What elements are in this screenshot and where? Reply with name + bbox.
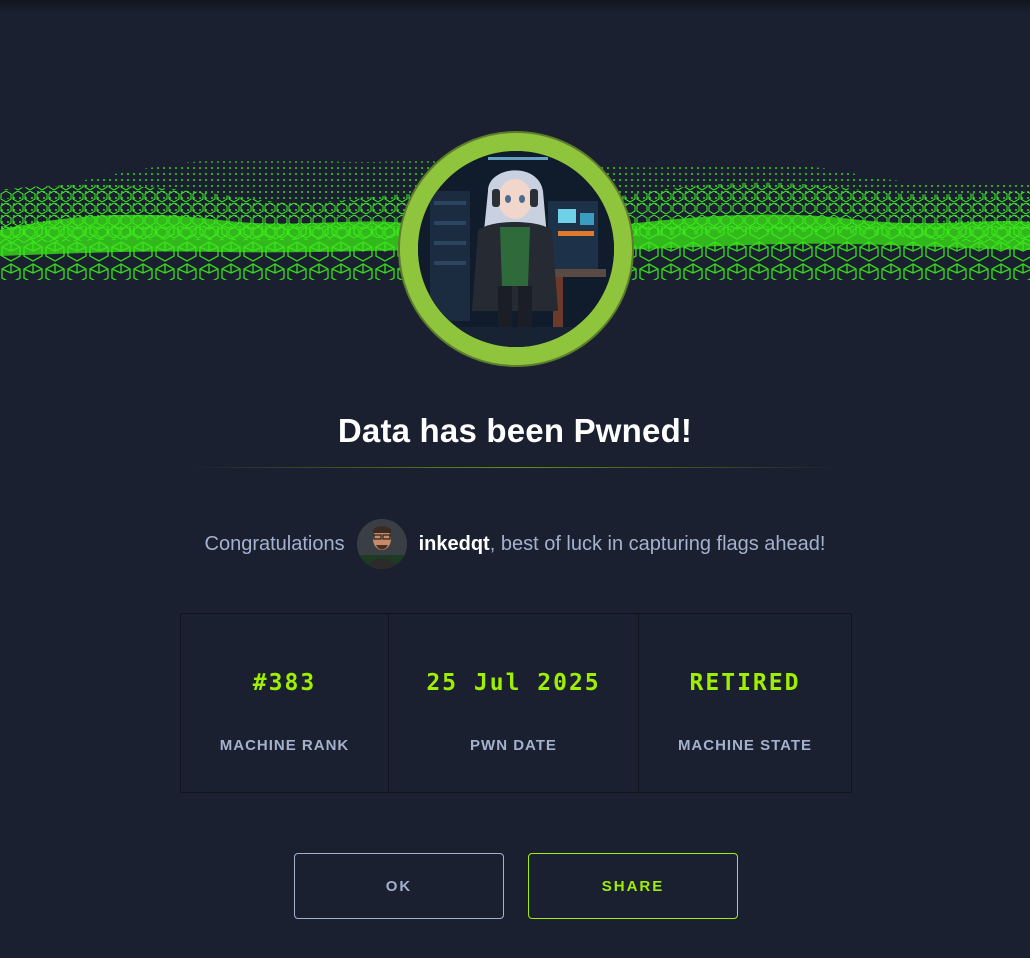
stats-grid: #383 MACHINE RANK 25 Jul 2025 PWN DATE R… bbox=[180, 613, 852, 793]
congrats-suffix: , best of luck in capturing flags ahead! bbox=[489, 532, 826, 555]
stat-value: RETIRED bbox=[689, 670, 801, 696]
machine-avatar-ring bbox=[398, 131, 634, 367]
congrats-prefix: Congratulations bbox=[204, 532, 345, 555]
share-button[interactable]: SHARE bbox=[528, 853, 738, 919]
stat-machine-state: RETIRED MACHINE STATE bbox=[639, 614, 851, 792]
top-shade bbox=[0, 0, 1030, 14]
stat-value: #383 bbox=[252, 670, 317, 696]
stat-label: PWN DATE bbox=[470, 737, 557, 754]
dialog-title: Data has been Pwned! bbox=[337, 412, 693, 449]
stat-label: MACHINE STATE bbox=[677, 737, 813, 754]
congrats-message: Congratulations inkedqt , best of luck i… bbox=[0, 516, 1030, 572]
pwned-dialog: Data has been Pwned! Congratulations ink… bbox=[0, 0, 1030, 958]
machine-avatar-icon bbox=[418, 151, 614, 347]
username[interactable]: inkedqt bbox=[419, 533, 490, 556]
stat-value: 25 Jul 2025 bbox=[426, 670, 601, 696]
stat-pwn-date: 25 Jul 2025 PWN DATE bbox=[389, 614, 639, 792]
stat-label: MACHINE RANK bbox=[219, 737, 350, 754]
stat-machine-rank: #383 MACHINE RANK bbox=[181, 614, 389, 792]
ok-button[interactable]: OK bbox=[294, 853, 504, 919]
user-avatar-icon[interactable] bbox=[356, 519, 407, 569]
title-divider bbox=[190, 467, 840, 468]
